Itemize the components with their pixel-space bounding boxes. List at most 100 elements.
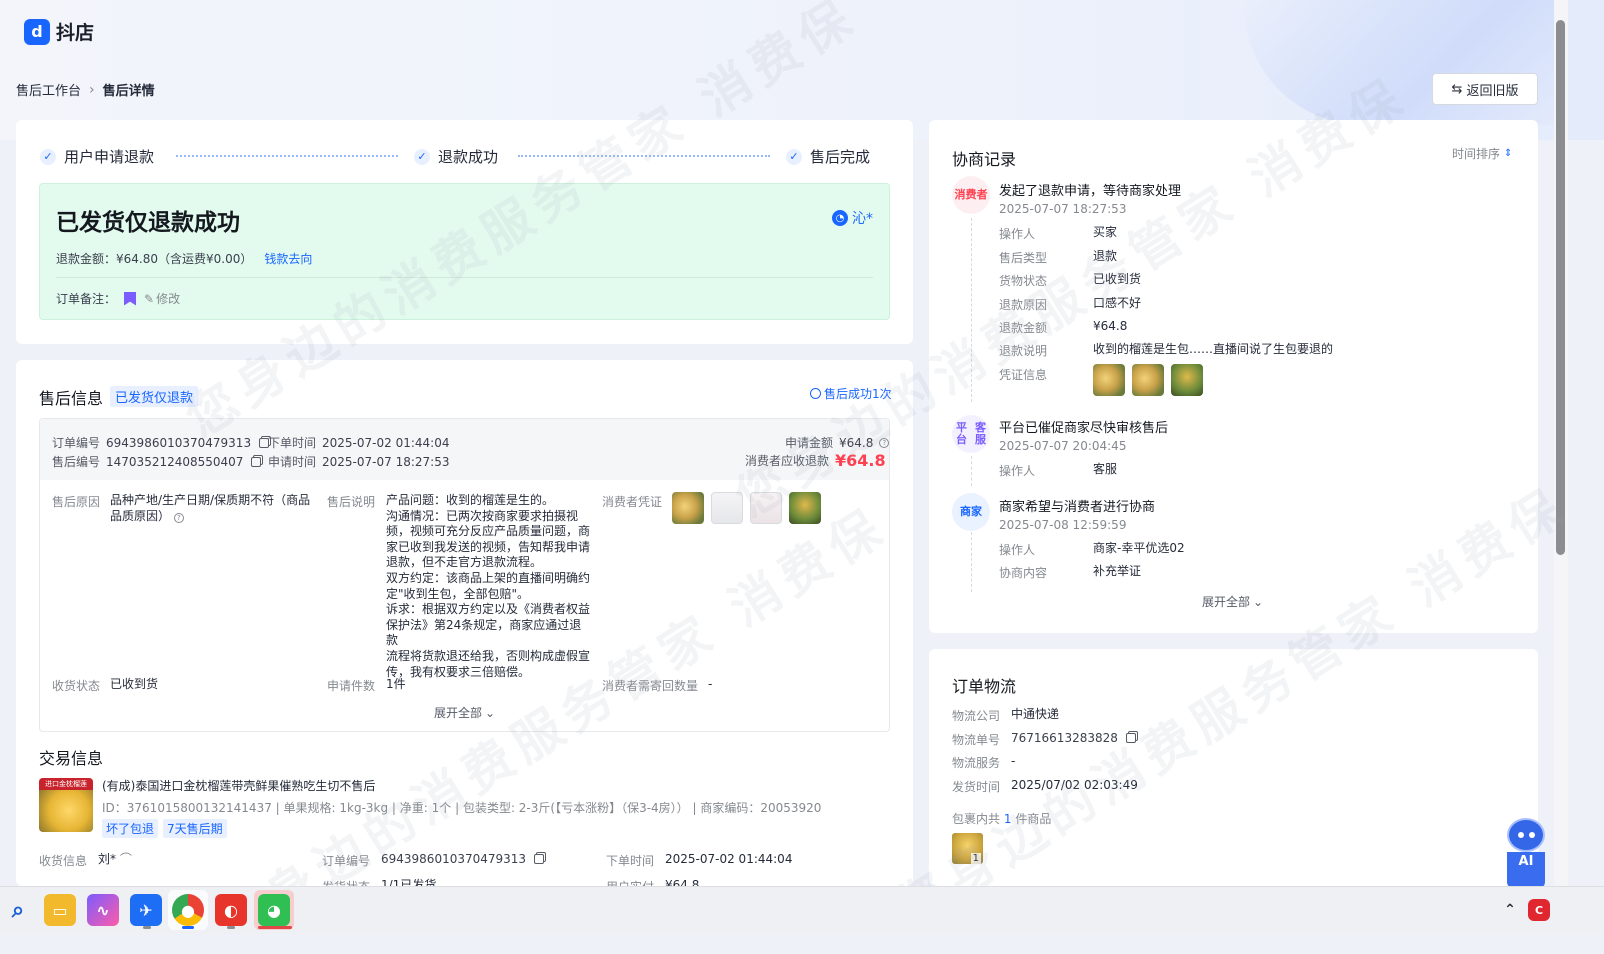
refund-success-panel: 已发货仅退款成功 ◔ 沁* 退款金额：¥64.80（含运费¥0.00） 钱款去向…: [39, 183, 890, 320]
voucher-image[interactable]: [672, 492, 704, 524]
event-field-value: 补充举证: [1093, 564, 1142, 578]
product-meta: ID：3761015800132141437 | 单果规格: 1kg-3kg |…: [102, 801, 822, 815]
question-icon[interactable]: ?: [879, 437, 890, 448]
check-icon: ✓: [786, 148, 802, 165]
receive-status-value: 已收到货: [110, 677, 159, 691]
product-name[interactable]: (有成)泰国进口金枕榴莲带壳鲜果催熟吃生切不售后: [102, 779, 375, 795]
tray-expand-icon[interactable]: ⌃: [1494, 894, 1526, 926]
description-line: 双方约定：该商品上架的直播间明确约: [386, 570, 591, 585]
app-icon[interactable]: ◐: [215, 894, 247, 926]
after-sale-success-count[interactable]: 售后成功1次: [810, 385, 892, 402]
return-old-version-label: 返回旧版: [1466, 83, 1519, 99]
event-field-label: 售后类型: [999, 251, 1048, 265]
return-qty-label: 消费者需寄回数量: [602, 679, 699, 693]
copy-icon[interactable]: [534, 854, 545, 864]
product-tag: 坏了包退: [102, 819, 159, 838]
bookmark-flag-icon[interactable]: [124, 291, 137, 306]
user-name: 沁*: [852, 211, 873, 227]
wechat-icon[interactable]: ◕: [258, 894, 290, 926]
consumer-avatar: 消费者: [952, 176, 990, 214]
order-remark: 订单备注： ✎ 修改: [56, 290, 180, 307]
evidence-image[interactable]: [1171, 364, 1203, 396]
app-logo[interactable]: d 抖店: [24, 18, 94, 45]
user-icon: ◔: [832, 210, 848, 226]
tray-app-icon[interactable]: C: [1528, 899, 1550, 921]
event-time: 2025-07-07 18:27:53: [999, 202, 1127, 216]
app-icon[interactable]: ∿: [87, 894, 119, 926]
step-label: 用户申请退款: [64, 148, 155, 166]
description-line: 频，视频可充分反应产品质量问题，商: [386, 524, 591, 539]
scrollbar-thumb[interactable]: [1556, 20, 1565, 555]
voucher-image[interactable]: [711, 492, 743, 524]
edit-label: 修改: [156, 292, 181, 306]
apply-time-label: 申请时间: [268, 455, 317, 469]
sort-label: 时间排序: [1452, 147, 1501, 161]
negotiation-title: 协商记录: [952, 150, 1017, 169]
edit-remark-button[interactable]: ✎ 修改: [144, 290, 180, 307]
event-field-label: 货物状态: [999, 274, 1048, 288]
money-flow-link[interactable]: 钱款去向: [264, 250, 312, 267]
ai-assistant-button[interactable]: AI: [1507, 818, 1545, 888]
user-chip[interactable]: ◔ 沁*: [832, 208, 873, 228]
receiver-name: 刘*: [98, 852, 117, 866]
eye-hidden-icon[interactable]: ⌒: [120, 852, 132, 866]
description-line: 沟通情况：已两次按商家要求拍摄视: [386, 508, 579, 523]
package-suffix: 件商品: [1015, 812, 1052, 826]
event-field-value: 客服: [1093, 462, 1118, 476]
apply-amount: 申请金额 ¥64.8 ?: [785, 434, 890, 451]
breadcrumb-parent[interactable]: 售后工作台: [16, 80, 81, 99]
description-line: 诉求：根据双方约定以及《消费者权益: [386, 602, 591, 617]
chevron-right-icon: ›: [89, 81, 95, 98]
event-field-label: 操作人: [999, 227, 1036, 241]
should-refund-value: ¥64.8: [835, 451, 886, 470]
evidence-image[interactable]: [1132, 364, 1164, 396]
negotiation-expand-all-button[interactable]: 展开全部 ⌄: [1202, 593, 1263, 610]
product-image[interactable]: 进口金枕榴莲: [39, 778, 93, 832]
trade-order-number: 6943986010370479313: [381, 852, 545, 866]
divider: [56, 277, 873, 278]
step-label: 售后完成: [810, 148, 871, 166]
chrome-icon[interactable]: ●: [172, 894, 204, 926]
return-old-version-button[interactable]: ⇆ 返回旧版: [1432, 73, 1538, 105]
refund-status-title: 已发货仅退款成功: [56, 210, 240, 236]
voucher-image[interactable]: [750, 492, 782, 524]
avatar-text: 客服: [975, 421, 986, 446]
event-title: 发起了退款申请，等待商家处理: [999, 184, 1182, 199]
file-explorer-icon[interactable]: ▭: [44, 894, 76, 926]
return-qty-value: -: [708, 677, 713, 691]
copy-icon[interactable]: [1125, 733, 1136, 743]
search-icon[interactable]: ⌕: [2, 894, 34, 926]
trade-order-number-label: 订单编号: [322, 854, 371, 868]
timeline-line: [971, 456, 972, 486]
question-icon[interactable]: ?: [173, 513, 184, 524]
expand-all-button[interactable]: 展开全部 ⌄: [434, 704, 495, 721]
event-field-label: 协商内容: [999, 566, 1048, 580]
expand-label: 展开全部: [434, 706, 483, 720]
after-sale-number-label: 售后编号: [52, 455, 101, 469]
edit-icon: ✎: [144, 291, 155, 306]
package-product-image[interactable]: 1: [952, 833, 983, 864]
reason-value: 品种产地/生产日期/保质期不符（商品 品质原因） ?: [110, 493, 320, 524]
order-time-value: 2025-07-02 01:44:04: [322, 435, 450, 450]
expand-label: 展开全部: [1202, 595, 1251, 609]
description-label: 售后说明: [327, 495, 376, 509]
step-connector: [176, 155, 398, 157]
receive-status-label: 收货状态: [52, 679, 101, 693]
should-refund: 消费者应收退款 ¥64.8: [745, 451, 886, 470]
after-sale-type-tag: 已发货仅退款: [110, 386, 199, 407]
apply-time-value: 2025-07-07 18:27:53: [322, 454, 450, 469]
clock-icon: [810, 388, 821, 399]
progress-steps: ✓ 用户申请退款 ✓ 退款成功 ✓ 售后完成: [40, 146, 890, 166]
logistics-service-label: 物流服务: [952, 756, 1001, 770]
evidence-image[interactable]: [1093, 364, 1125, 396]
apply-amount-label: 申请金额: [785, 436, 834, 450]
feishu-icon[interactable]: ✈: [130, 894, 162, 926]
refund-amount-line: 退款金额：¥64.80（含运费¥0.00） 钱款去向: [56, 250, 312, 267]
order-time: 下单时间 2025-07-02 01:44:04: [268, 434, 449, 451]
trade-order-number-value: 6943986010370479313: [381, 852, 527, 866]
time-sort-button[interactable]: 时间排序 ⇕: [1452, 145, 1512, 162]
voucher-image[interactable]: [789, 492, 821, 524]
trade-order-time-value: 2025-07-02 01:44:04: [665, 852, 793, 866]
copy-icon[interactable]: [251, 456, 262, 467]
robot-icon: [1507, 818, 1545, 852]
